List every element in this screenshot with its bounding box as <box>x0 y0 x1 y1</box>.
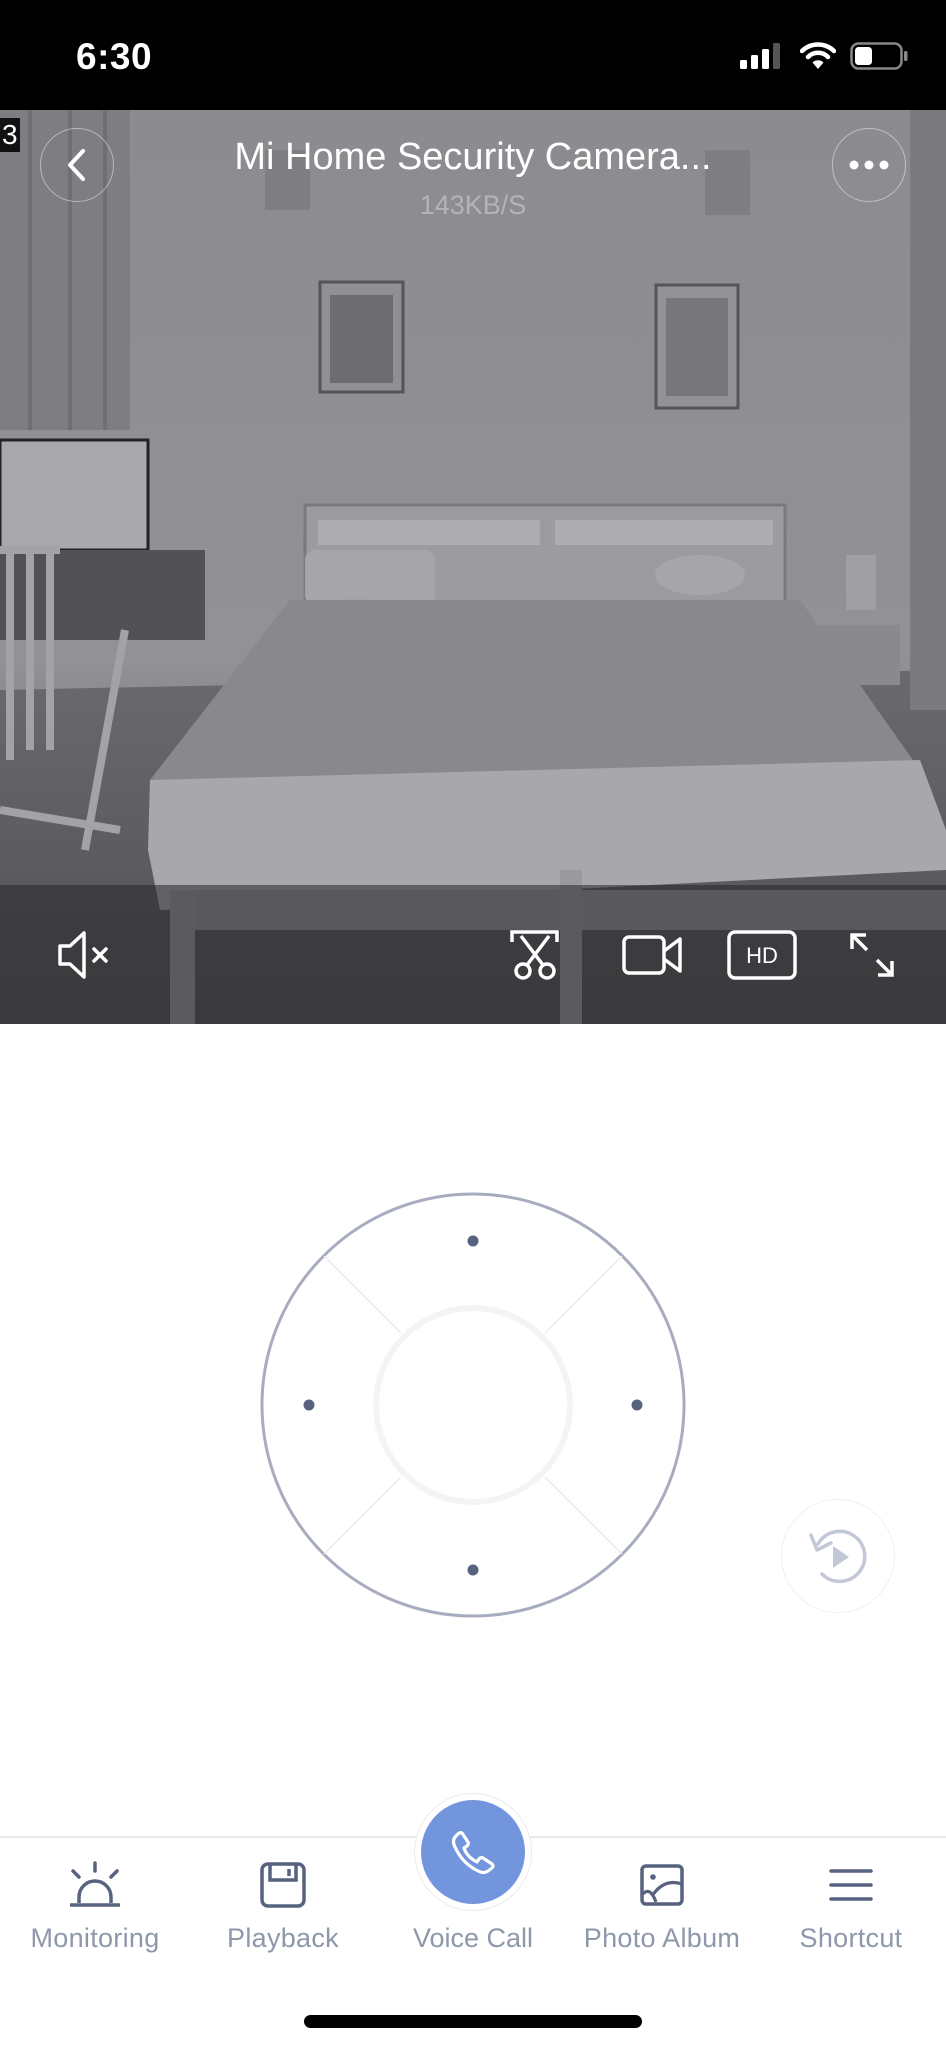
nav-item-monitoring[interactable]: Monitoring <box>0 1855 190 1965</box>
camera-control-strip: HD <box>0 885 946 1024</box>
chevron-left-icon <box>68 149 85 181</box>
floppy-disk-icon <box>260 1862 306 1908</box>
ptz-direction-pad <box>259 1191 687 1619</box>
battery-icon <box>850 42 908 70</box>
nav-label-voice-call[interactable]: Voice Call <box>378 1923 568 1954</box>
status-bar: 6:30 <box>0 0 946 110</box>
hd-badge-icon: HD <box>727 930 797 980</box>
bitrate-readout: 143KB/S <box>419 190 527 220</box>
alarm-light-icon <box>70 1861 120 1907</box>
ptz-right-dot[interactable] <box>631 1399 643 1411</box>
nav-item-shortcut[interactable]: Shortcut <box>756 1855 946 1965</box>
camera-title: Mi Home Security Camera... <box>234 136 712 178</box>
replay-play-icon <box>809 1529 867 1584</box>
nav-item-playback[interactable]: Playback <box>188 1855 378 1965</box>
status-icons <box>740 42 908 70</box>
fullscreen-button[interactable] <box>846 925 898 985</box>
ptz-up-dot[interactable] <box>467 1235 479 1247</box>
ptz-left-dot[interactable] <box>303 1399 315 1411</box>
ptz-center-button[interactable] <box>373 1305 573 1505</box>
nav-label-shortcut: Shortcut <box>799 1923 903 1953</box>
phone-icon <box>451 1831 495 1875</box>
more-options-button[interactable] <box>832 128 906 202</box>
nav-item-photo-album[interactable]: Photo Album <box>567 1855 757 1965</box>
nav-label-playback: Playback <box>227 1923 339 1953</box>
status-time: 6:30 <box>76 36 153 77</box>
replay-button[interactable] <box>781 1499 895 1613</box>
quality-hd-button[interactable]: HD <box>726 925 798 985</box>
photo-icon <box>640 1864 684 1906</box>
nav-label-photo-album: Photo Album <box>583 1923 741 1953</box>
screenshot-button[interactable] <box>504 925 566 985</box>
speaker-muted-icon <box>58 931 108 979</box>
cellular-signal-icon <box>740 43 780 69</box>
mute-toggle-button[interactable] <box>52 925 122 985</box>
camera-feed[interactable]: 3 Mi Home Security Camera... 143KB/S HD <box>0 110 946 1024</box>
record-button[interactable] <box>620 925 686 985</box>
hd-label: HD <box>746 943 778 968</box>
osd-timestamp-fragment: 3 <box>0 118 20 152</box>
home-indicator[interactable] <box>304 2015 642 2028</box>
more-dots-icon <box>849 160 889 170</box>
menu-lines-icon <box>829 1869 873 1901</box>
wifi-icon <box>800 42 836 69</box>
nav-label-monitoring: Monitoring <box>30 1923 160 1953</box>
video-camera-icon <box>622 935 682 975</box>
expand-arrows-icon <box>850 933 894 977</box>
voice-call-button[interactable] <box>421 1800 525 1904</box>
ptz-down-dot[interactable] <box>467 1564 479 1576</box>
ptz-pad-graphic <box>260 1192 686 1618</box>
scissors-clip-icon <box>510 930 559 980</box>
